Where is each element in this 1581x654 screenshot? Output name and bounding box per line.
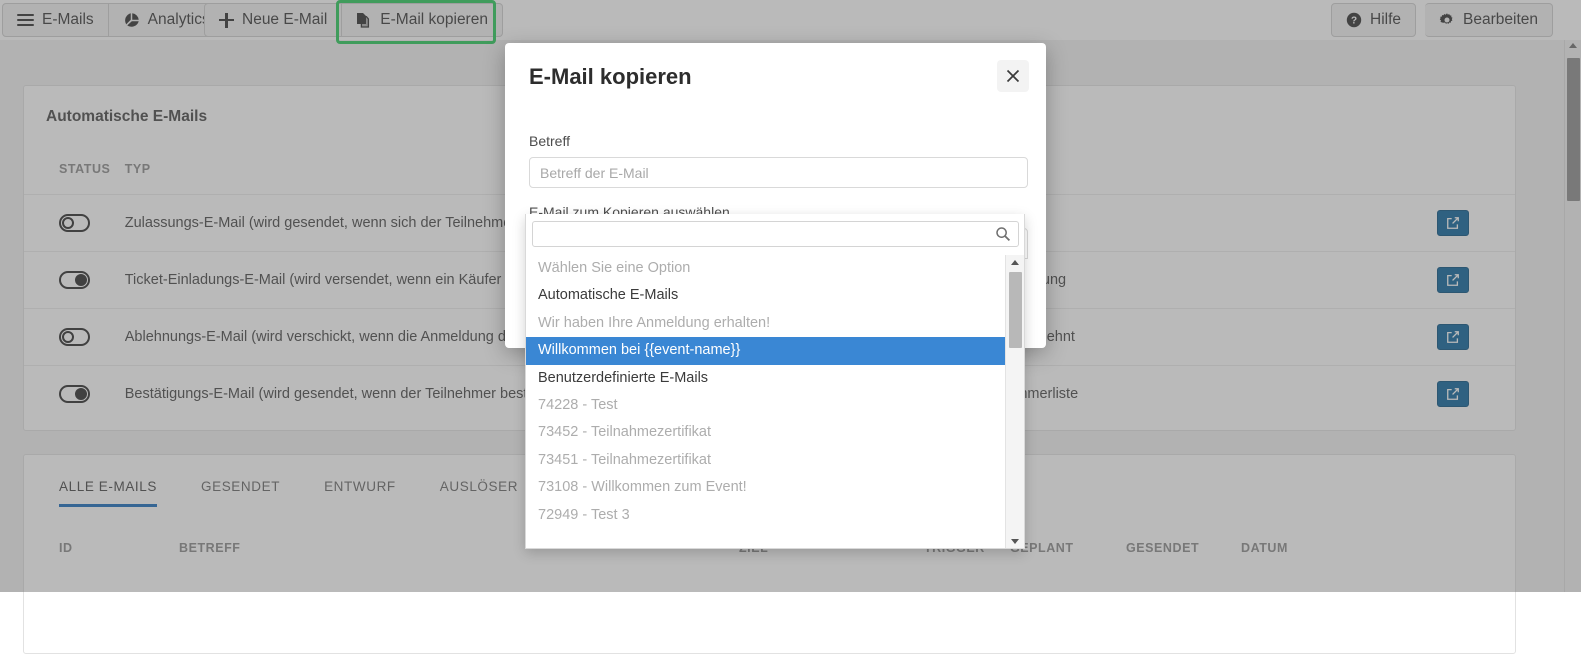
subject-input[interactable] [529,157,1028,188]
dropdown-option-anmeldung-erhalten[interactable]: Wir haben Ihre Anmeldung erhalten! [526,310,1007,337]
page-root: E-Mails Analytics Neue E-Mail E-Mail kop… [0,0,1581,654]
dropdown-option-74228-test[interactable]: 74228 - Test [526,392,1007,419]
dropdown-option-72949-test-3[interactable]: 72949 - Test 3 [526,502,1007,529]
dropdown-scrollbar-thumb[interactable] [1009,272,1022,348]
dropdown-search-input[interactable] [533,222,1018,246]
dropdown-option-73451-teilnahmezertifikat[interactable]: 73451 - Teilnahmezertifikat [526,447,1007,474]
modal-title: E-Mail kopieren [529,64,692,89]
dropdown-scroll-up-arrow-icon[interactable] [1011,260,1019,265]
dropdown-option-placeholder[interactable]: Wählen Sie eine Option [526,255,1007,282]
email-select-dropdown: Wählen Sie eine Option Automatische E-Ma… [525,214,1025,549]
dropdown-option-list: Wählen Sie eine Option Automatische E-Ma… [526,255,1007,548]
dropdown-group-benutzerdefinierte-emails: Benutzerdefinierte E-Mails [538,369,709,386]
close-icon[interactable] [997,60,1029,92]
dropdown-search-wrapper [532,221,1019,247]
dropdown-option-willkommen-event-name[interactable]: Willkommen bei {{event-name}} [526,337,1007,365]
dropdown-group-automatische-emails: Automatische E-Mails [538,287,679,304]
dropdown-scrollbar[interactable] [1005,255,1024,548]
dropdown-option-73452-teilnahmezertifikat[interactable]: 73452 - Teilnahmezertifikat [526,419,1007,446]
dropdown-option-73108-willkommen-zum-event[interactable]: 73108 - Willkommen zum Event! [526,474,1007,501]
subject-label: Betreff [529,133,570,149]
dropdown-scroll-down-arrow-icon[interactable] [1011,539,1019,544]
search-icon [995,226,1011,247]
